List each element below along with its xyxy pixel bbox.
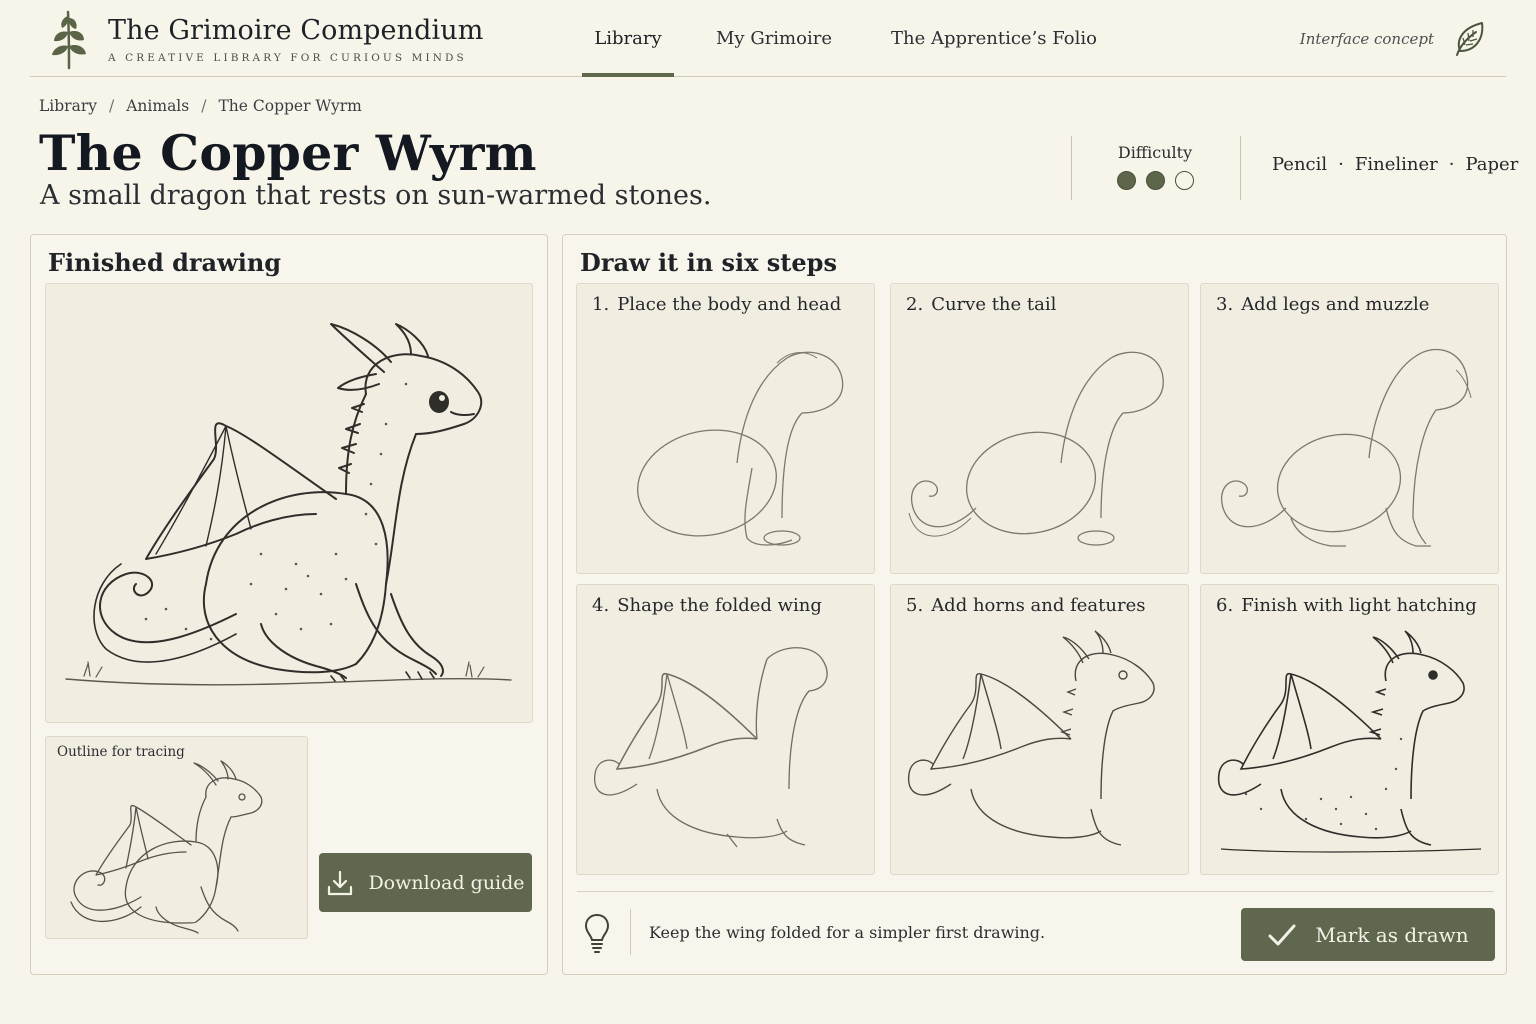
step-3-sketch xyxy=(1220,348,1472,547)
steps-heading: Draw it in six steps xyxy=(580,248,837,277)
step-title: Shape the folded wing xyxy=(617,595,822,616)
main-nav: Library My Grimoire The Apprentice’s Fol… xyxy=(582,0,1097,77)
material-separator: · xyxy=(1448,154,1455,175)
finished-dragon-illustration xyxy=(45,283,533,723)
breadcrumb-separator: / xyxy=(201,97,207,115)
step-title: Place the body and head xyxy=(617,294,842,315)
step-number: 1. xyxy=(592,294,610,315)
meta-divider xyxy=(1240,136,1241,200)
step-1-sketch xyxy=(637,351,844,546)
materials-list: Pencil · Fineliner · Paper xyxy=(1272,154,1518,175)
step-label: 1. Place the body and head xyxy=(592,294,841,315)
leaf-icon xyxy=(1456,22,1484,56)
breadcrumb-library[interactable]: Library xyxy=(39,97,97,115)
step-label: 6. Finish with light hatching xyxy=(1216,595,1477,616)
tip-divider xyxy=(630,909,631,955)
tip-divider-line xyxy=(577,891,1494,892)
step-card-6[interactable]: 6. Finish with light hatching xyxy=(1200,584,1499,875)
dragon-drawing xyxy=(65,323,512,686)
step-label: 5. Add horns and features xyxy=(906,595,1145,616)
finished-drawing-heading: Finished drawing xyxy=(48,248,282,277)
interface-concept: Interface concept xyxy=(1300,20,1486,58)
material-separator: · xyxy=(1338,154,1344,175)
top-bar: The Grimoire Compendium A CREATIVE LIBRA… xyxy=(30,0,1506,77)
step-title: Add horns and features xyxy=(931,595,1146,616)
nav-tab-my-grimoire[interactable]: My Grimoire xyxy=(716,0,832,77)
step-number: 5. xyxy=(906,595,924,616)
step-number: 6. xyxy=(1216,595,1234,616)
step-card-5[interactable]: 5. Add horns and features xyxy=(890,584,1189,875)
download-guide-label: Download guide xyxy=(368,871,525,894)
dragon-outline-drawing xyxy=(70,760,263,934)
step-title: Add legs and muzzle xyxy=(1241,294,1430,315)
tracing-outline-label: Outline for tracing xyxy=(57,744,185,760)
step-number: 4. xyxy=(592,595,610,616)
difficulty-dot-filled xyxy=(1145,171,1165,190)
finished-drawing-panel: Finished drawing Outline for tracing Dow… xyxy=(30,234,548,975)
step-number: 2. xyxy=(906,294,924,315)
steps-panel: Draw it in six steps 1. Place the body an… xyxy=(562,234,1507,975)
app-title: The Grimoire Compendium xyxy=(108,14,484,46)
nav-tab-apprentices-folio[interactable]: The Apprentice’s Folio xyxy=(891,0,1097,77)
mark-as-drawn-label: Mark as drawn xyxy=(1315,922,1469,947)
step-card-1[interactable]: 1. Place the body and head xyxy=(576,283,875,574)
step-label: 2. Curve the tail xyxy=(906,294,1056,315)
material-paper: Paper xyxy=(1465,154,1519,175)
concept-label: Interface concept xyxy=(1299,30,1434,48)
step-card-2[interactable]: 2. Curve the tail xyxy=(890,283,1189,574)
step-title: Finish with light hatching xyxy=(1241,595,1477,616)
checkmark-icon xyxy=(1268,924,1296,945)
nav-tab-library[interactable]: Library xyxy=(582,0,674,77)
step-6-sketch xyxy=(1217,630,1482,853)
step-2-sketch xyxy=(908,351,1164,546)
page-title: The Copper Wyrm xyxy=(39,124,537,182)
page-subtitle: A small dragon that rests on sun-warmed … xyxy=(40,180,712,211)
brand[interactable]: The Grimoire Compendium A CREATIVE LIBRA… xyxy=(46,8,483,70)
tracing-outline[interactable]: Outline for tracing xyxy=(45,736,308,939)
difficulty-label: Difficulty xyxy=(1117,143,1193,162)
step-label: 3. Add legs and muzzle xyxy=(1216,294,1429,315)
breadcrumb-current: The Copper Wyrm xyxy=(218,97,362,115)
download-icon xyxy=(328,870,353,895)
meta-divider xyxy=(1071,136,1072,200)
difficulty-dot-empty xyxy=(1174,171,1194,190)
breadcrumb-separator: / xyxy=(109,97,115,115)
step-title: Curve the tail xyxy=(931,294,1057,315)
difficulty-dots xyxy=(1096,171,1214,190)
material-fineliner: Fineliner xyxy=(1354,154,1438,175)
step-5-sketch xyxy=(907,630,1155,846)
tip-text: Keep the wing folded for a simpler first… xyxy=(649,923,1046,942)
material-pencil: Pencil xyxy=(1272,154,1328,175)
step-card-3[interactable]: 3. Add legs and muzzle xyxy=(1200,283,1499,574)
step-4-sketch xyxy=(594,647,828,848)
lightbulb-icon xyxy=(584,913,610,953)
app-tagline: A CREATIVE LIBRARY FOR CURIOUS MINDS xyxy=(108,51,467,64)
download-guide-button[interactable]: Download guide xyxy=(319,853,532,912)
step-label: 4. Shape the folded wing xyxy=(592,595,822,616)
breadcrumb: Library / Animals / The Copper Wyrm xyxy=(39,97,362,115)
sprig-icon xyxy=(52,10,86,70)
breadcrumb-animals[interactable]: Animals xyxy=(126,97,189,115)
difficulty-indicator: Difficulty xyxy=(1096,143,1214,190)
difficulty-dot-filled xyxy=(1116,171,1136,190)
step-card-4[interactable]: 4. Shape the folded wing xyxy=(576,584,875,875)
mark-as-drawn-button[interactable]: Mark as drawn xyxy=(1241,908,1495,961)
step-number: 3. xyxy=(1216,294,1234,315)
